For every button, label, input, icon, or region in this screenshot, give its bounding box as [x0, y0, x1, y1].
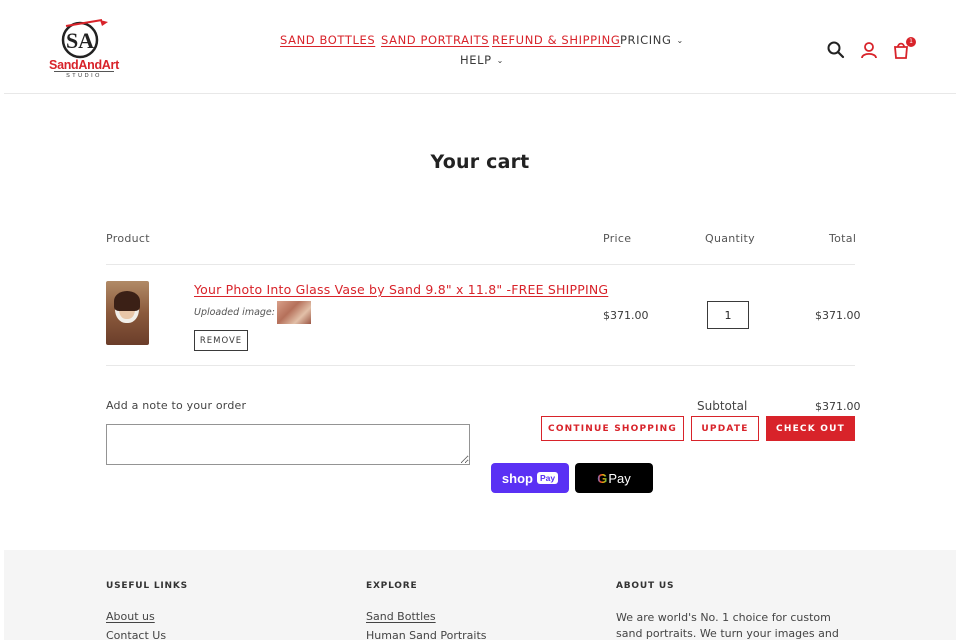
order-note-textarea[interactable]: [106, 424, 470, 465]
subtotal-label: Subtotal: [697, 399, 748, 413]
uploaded-image-label: Uploaded image:: [194, 307, 275, 318]
page-title: Your cart: [430, 151, 530, 173]
uploaded-image-thumbnail: [277, 301, 311, 324]
footer-heading-about: ABOUT US: [616, 581, 675, 591]
logo-subtext: STUDIO: [54, 71, 114, 79]
shop-pay-word: shop: [501, 470, 533, 486]
cart-count-badge: 1: [906, 37, 916, 47]
nav-help[interactable]: HELP ⌄: [460, 53, 504, 67]
site-logo[interactable]: SA SandAndArt STUDIO: [42, 18, 130, 82]
google-pay-button[interactable]: G Pay: [575, 463, 653, 493]
checkout-button[interactable]: CHECK OUT: [766, 416, 855, 441]
footer-heading-explore: EXPLORE: [366, 581, 418, 591]
nav-sand-portraits[interactable]: SAND PORTRAITS: [381, 33, 489, 47]
footer-link-about-us[interactable]: About us: [106, 610, 155, 623]
nav-pricing-label: PRICING: [620, 33, 672, 47]
order-note-label: Add a note to your order: [106, 399, 247, 412]
portrait-hair: [114, 291, 140, 311]
nav-pricing[interactable]: PRICING ⌄: [620, 33, 684, 47]
column-header-total: Total: [829, 232, 857, 245]
column-header-quantity: Quantity: [705, 232, 755, 245]
divider: [106, 365, 855, 366]
logo-monogram: SA: [66, 28, 94, 53]
update-button[interactable]: UPDATE: [691, 416, 759, 441]
chevron-down-icon: ⌄: [496, 56, 504, 65]
account-icon[interactable]: [860, 41, 878, 59]
chevron-down-icon: ⌄: [676, 36, 684, 45]
item-price: $371.00: [603, 309, 649, 322]
search-icon[interactable]: [827, 41, 845, 59]
column-header-price: Price: [603, 232, 632, 245]
item-total: $371.00: [815, 309, 861, 322]
product-thumbnail[interactable]: [106, 281, 149, 345]
continue-shopping-button[interactable]: CONTINUE SHOPPING: [541, 416, 684, 441]
remove-button[interactable]: REMOVE: [194, 330, 248, 351]
nav-refund-shipping[interactable]: REFUND & SHIPPING: [492, 33, 620, 47]
shop-pay-button[interactable]: shop Pay: [491, 463, 569, 493]
footer-about-text: We are world's No. 1 choice for custom s…: [616, 611, 839, 640]
site-header: SA SandAndArt STUDIO SAND BOTTLES SAND P…: [4, 0, 956, 94]
subtotal-value: $371.00: [815, 400, 861, 413]
shop-pay-badge: Pay: [536, 472, 559, 484]
footer-link-human-sand-portraits[interactable]: Human Sand Portraits: [366, 629, 487, 640]
nav-help-label: HELP: [460, 53, 492, 67]
column-header-product: Product: [106, 232, 150, 245]
divider: [106, 264, 855, 265]
nav-sand-bottles[interactable]: SAND BOTTLES: [280, 33, 375, 47]
logo-mark-icon: SA: [61, 19, 108, 59]
product-title-link[interactable]: Your Photo Into Glass Vase by Sand 9.8" …: [194, 282, 608, 297]
footer-heading-useful-links: USEFUL LINKS: [106, 581, 188, 591]
google-pay-word: Pay: [608, 470, 631, 486]
google-g-icon: G: [597, 470, 608, 486]
quantity-input[interactable]: [707, 301, 749, 329]
footer-link-contact-us[interactable]: Contact Us: [106, 629, 166, 640]
logo-text: SandAndArt: [49, 58, 119, 72]
footer-link-sand-bottles[interactable]: Sand Bottles: [366, 610, 436, 623]
